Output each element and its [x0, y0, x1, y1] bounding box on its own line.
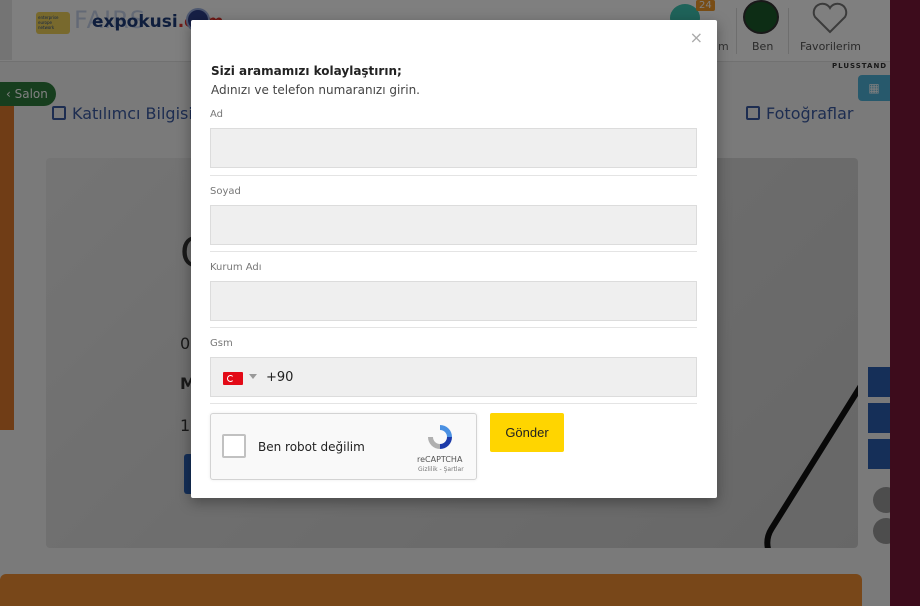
close-icon[interactable]: ×	[690, 30, 703, 46]
recaptcha-terms-link[interactable]: Gizlilik - Şartlar	[418, 466, 464, 473]
first-name-label: Ad	[210, 109, 224, 120]
chevron-down-icon[interactable]	[249, 374, 257, 379]
modal-subtitle: Adınızı ve telefon numaranızı girin.	[211, 83, 420, 97]
company-input[interactable]	[210, 281, 697, 321]
gsm-label: Gsm	[210, 338, 233, 349]
divider	[210, 251, 697, 252]
recaptcha-brand: reCAPTCHA	[417, 455, 463, 464]
modal-title: Sizi aramamızı kolaylaştırın;	[211, 64, 402, 78]
dial-code: +90	[266, 370, 294, 385]
submit-button[interactable]: Gönder	[490, 413, 564, 452]
turkey-flag-icon[interactable]	[223, 372, 243, 385]
divider	[210, 327, 697, 328]
divider	[210, 175, 697, 176]
recaptcha-widget: Ben robot değilim reCAPTCHA Gizlilik - Ş…	[210, 413, 477, 480]
last-name-label: Soyad	[210, 186, 241, 197]
company-label: Kurum Adı	[210, 262, 262, 273]
first-name-input[interactable]	[210, 128, 697, 168]
recaptcha-icon	[428, 425, 452, 449]
recaptcha-label: Ben robot değilim	[258, 440, 365, 454]
divider	[210, 403, 697, 404]
callback-modal: × Sizi aramamızı kolaylaştırın; Adınızı …	[191, 20, 717, 498]
recaptcha-checkbox[interactable]	[222, 434, 246, 458]
last-name-input[interactable]	[210, 205, 697, 245]
